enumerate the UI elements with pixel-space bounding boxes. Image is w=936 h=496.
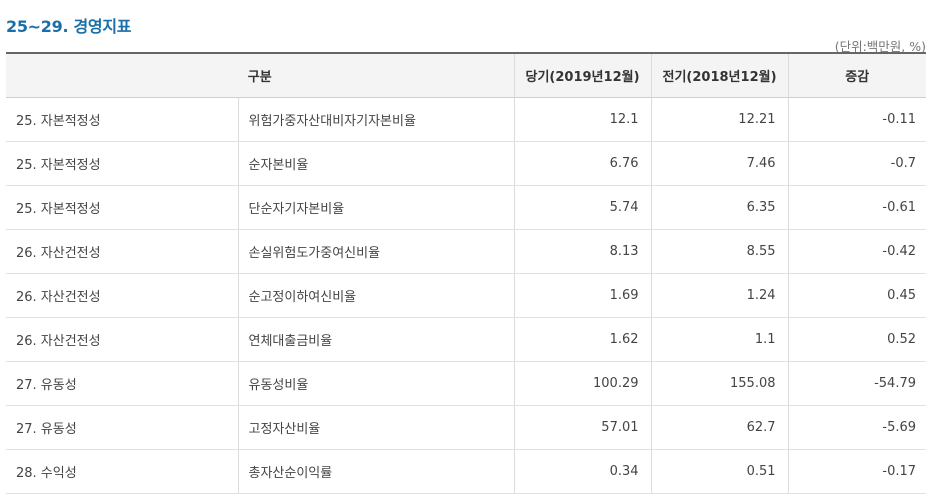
section-title: 25~29. 경영지표 xyxy=(6,17,132,36)
cell-previous: 155.08 xyxy=(650,361,789,406)
cell-previous: 0.51 xyxy=(650,449,789,494)
cell-change: -0.17 xyxy=(787,449,927,494)
table-row: 27. 유동성 유동성비율 100.29 155.08 -54.79 xyxy=(6,361,927,406)
header-previous: 전기(2018년12월) xyxy=(650,52,789,98)
table-row: 28. 수익성 총자산순이익률 0.34 0.51 -0.17 xyxy=(6,449,927,494)
header-row: 구분 당기(2019년12월) 전기(2018년12월) 증감 xyxy=(6,52,927,98)
cell-current: 5.74 xyxy=(513,185,652,230)
cell-category: 25. 자본적정성 xyxy=(6,185,238,230)
cell-previous: 1.24 xyxy=(650,273,789,318)
table-row: 26. 자산건전성 순고정이하여신비율 1.69 1.24 0.45 xyxy=(6,273,927,318)
cell-change: 0.45 xyxy=(787,273,927,318)
cell-item: 고정자산비율 xyxy=(237,405,515,450)
cell-category: 25. 자본적정성 xyxy=(6,97,238,142)
cell-previous: 8.55 xyxy=(650,229,789,274)
table-body: 25. 자본적정성 위험가중자산대비자기자본비율 12.1 12.21 -0.11 25.… xyxy=(6,97,927,494)
cell-current: 100.29 xyxy=(513,361,652,406)
table-row: 25. 자본적정성 순자본비율 6.76 7.46 -0.7 xyxy=(6,141,927,186)
header-change: 증감 xyxy=(787,52,927,98)
cell-change: -0.61 xyxy=(787,185,927,230)
cell-change: -0.11 xyxy=(787,97,927,142)
cell-previous: 1.1 xyxy=(650,317,789,362)
cell-change: -5.69 xyxy=(787,405,927,450)
cell-category: 27. 유동성 xyxy=(6,405,238,450)
table-row: 27. 유동성 고정자산비율 57.01 62.7 -5.69 xyxy=(6,405,927,450)
cell-category: 25. 자본적정성 xyxy=(6,141,238,186)
cell-category: 26. 자산건전성 xyxy=(6,229,238,274)
management-indicators-page: 25~29. 경영지표 (단위:백만원, %) 구분 당기(2019년12월) … xyxy=(0,0,936,496)
cell-item: 유동성비율 xyxy=(237,361,515,406)
table-header: 구분 당기(2019년12월) 전기(2018년12월) 증감 xyxy=(6,52,927,98)
table-row: 26. 자산건전성 손실위험도가중여신비율 8.13 8.55 -0.42 xyxy=(6,229,927,274)
header-category: 구분 xyxy=(6,52,515,98)
cell-current: 1.69 xyxy=(513,273,652,318)
cell-current: 6.76 xyxy=(513,141,652,186)
table-row: 25. 자본적정성 단순자기자본비율 5.74 6.35 -0.61 xyxy=(6,185,927,230)
cell-change: -0.7 xyxy=(787,141,927,186)
cell-item: 연체대출금비율 xyxy=(237,317,515,362)
cell-item: 위험가중자산대비자기자본비율 xyxy=(237,97,515,142)
cell-current: 8.13 xyxy=(513,229,652,274)
cell-previous: 6.35 xyxy=(650,185,789,230)
cell-change: -54.79 xyxy=(787,361,927,406)
header-current: 당기(2019년12월) xyxy=(513,52,652,98)
cell-previous: 62.7 xyxy=(650,405,789,450)
cell-category: 28. 수익성 xyxy=(6,449,238,494)
cell-item: 총자산순이익률 xyxy=(237,449,515,494)
cell-current: 0.34 xyxy=(513,449,652,494)
indicators-table: 구분 당기(2019년12월) 전기(2018년12월) 증감 25. 자본적정… xyxy=(6,52,927,494)
cell-previous: 7.46 xyxy=(650,141,789,186)
cell-current: 12.1 xyxy=(513,97,652,142)
cell-item: 순고정이하여신비율 xyxy=(237,273,515,318)
cell-category: 26. 자산건전성 xyxy=(6,273,238,318)
cell-item: 손실위험도가중여신비율 xyxy=(237,229,515,274)
cell-category: 26. 자산건전성 xyxy=(6,317,238,362)
table-row: 26. 자산건전성 연체대출금비율 1.62 1.1 0.52 xyxy=(6,317,927,362)
cell-current: 1.62 xyxy=(513,317,652,362)
cell-item: 단순자기자본비율 xyxy=(237,185,515,230)
cell-change: 0.52 xyxy=(787,317,927,362)
cell-current: 57.01 xyxy=(513,405,652,450)
cell-change: -0.42 xyxy=(787,229,927,274)
cell-item: 순자본비율 xyxy=(237,141,515,186)
cell-category: 27. 유동성 xyxy=(6,361,238,406)
table-row: 25. 자본적정성 위험가중자산대비자기자본비율 12.1 12.21 -0.11 xyxy=(6,97,927,142)
cell-previous: 12.21 xyxy=(650,97,789,142)
